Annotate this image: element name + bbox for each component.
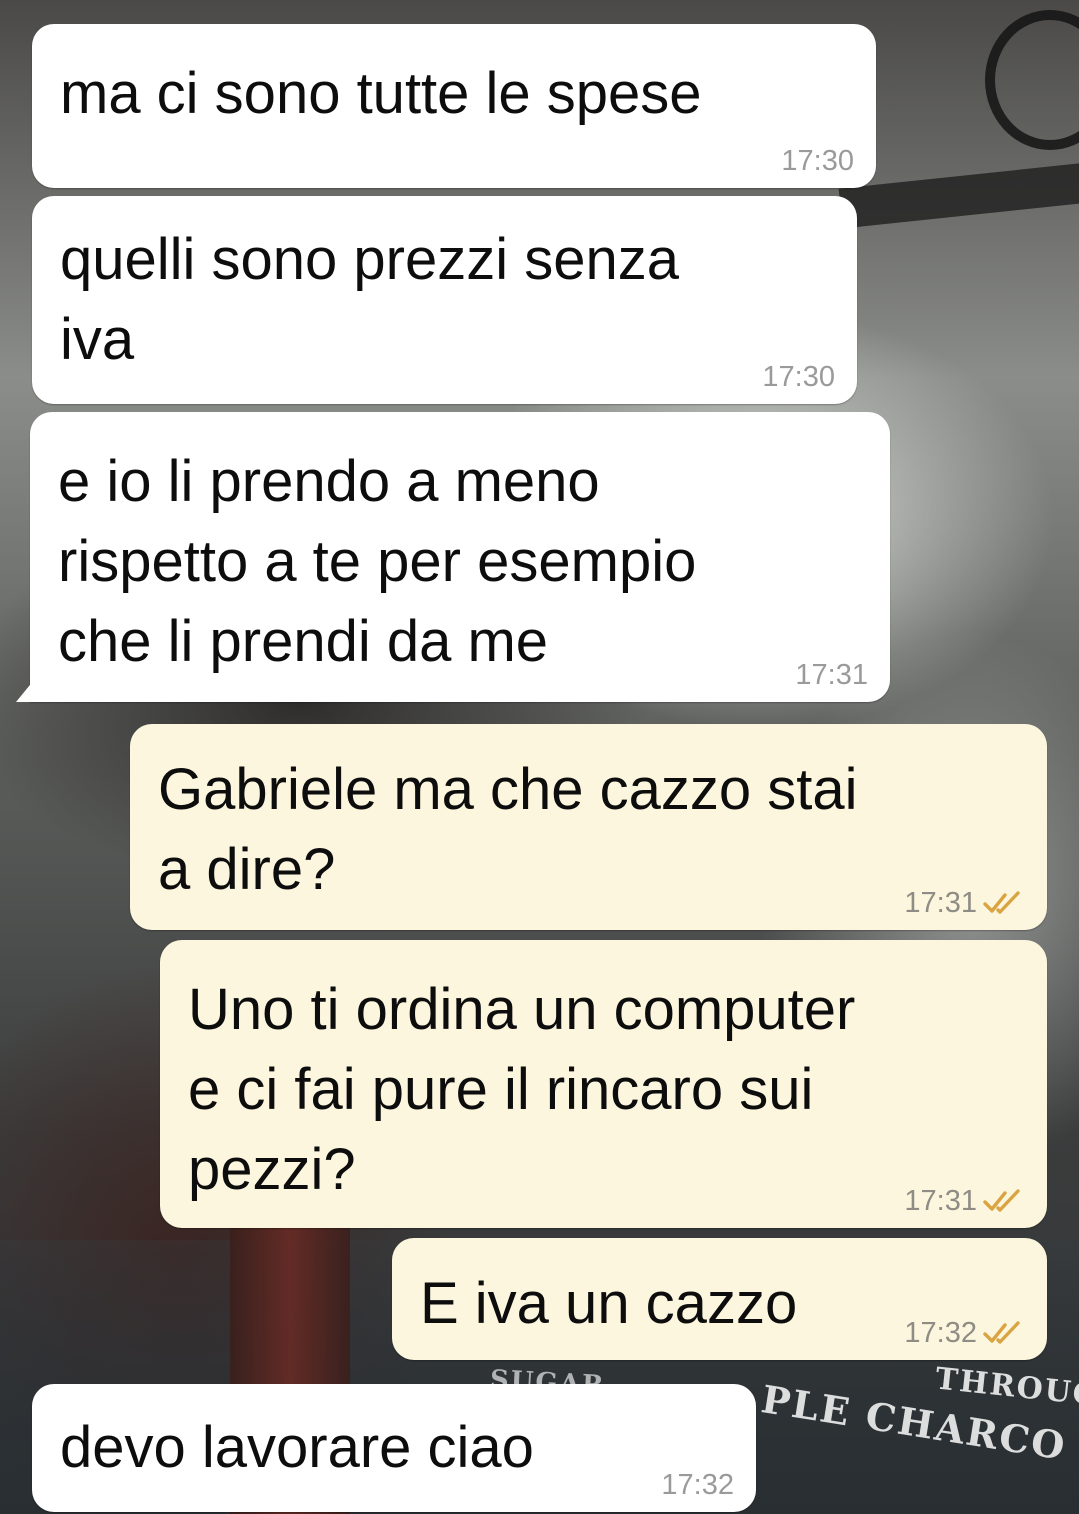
double-check-icon (983, 1321, 1020, 1344)
message-text: ma ci sono tutte le spese (60, 61, 702, 126)
incoming-message[interactable]: devo lavorare ciao 17:32 (32, 1384, 756, 1512)
message-meta: 17:30 (762, 360, 835, 394)
message-time: 17:31 (904, 1185, 977, 1217)
message-time: 17:32 (661, 1469, 734, 1501)
message-time: 17:31 (904, 887, 977, 919)
message-meta: 17:31 (904, 1184, 1025, 1218)
outgoing-message[interactable]: Uno ti ordina un computer e ci fai pure … (160, 940, 1047, 1228)
double-check-icon (983, 1189, 1020, 1212)
incoming-message[interactable]: quelli sono prezzi senza iva 17:30 (32, 196, 857, 404)
message-time: 17:32 (904, 1317, 977, 1349)
message-text: e io li prendo a meno rispetto a te per … (58, 449, 697, 674)
message-meta: 17:30 (781, 144, 854, 178)
incoming-message[interactable]: e io li prendo a meno rispetto a te per … (16, 412, 890, 702)
message-time: 17:30 (762, 361, 835, 393)
message-meta: 17:31 (795, 658, 868, 692)
message-text: Uno ti ordina un computer e ci fai pure … (188, 977, 856, 1202)
message-text: quelli sono prezzi senza iva (60, 227, 680, 372)
incoming-message[interactable]: ma ci sono tutte le spese 17:30 (32, 24, 876, 188)
message-time: 17:31 (795, 659, 868, 691)
chat-thread: ma ci sono tutte le spese 17:30 quelli s… (0, 0, 1079, 1514)
message-time: 17:30 (781, 145, 854, 177)
outgoing-message[interactable]: E iva un cazzo 17:32 (392, 1238, 1047, 1360)
message-text: devo lavorare ciao (60, 1415, 534, 1480)
double-check-icon (983, 891, 1020, 914)
message-meta: 17:31 (904, 886, 1025, 920)
message-meta: 17:32 (661, 1468, 734, 1502)
message-text: Gabriele ma che cazzo stai a dire? (158, 757, 858, 902)
outgoing-message[interactable]: Gabriele ma che cazzo stai a dire? 17:31 (130, 724, 1047, 930)
message-meta: 17:32 (904, 1316, 1025, 1350)
message-tail (16, 680, 34, 702)
